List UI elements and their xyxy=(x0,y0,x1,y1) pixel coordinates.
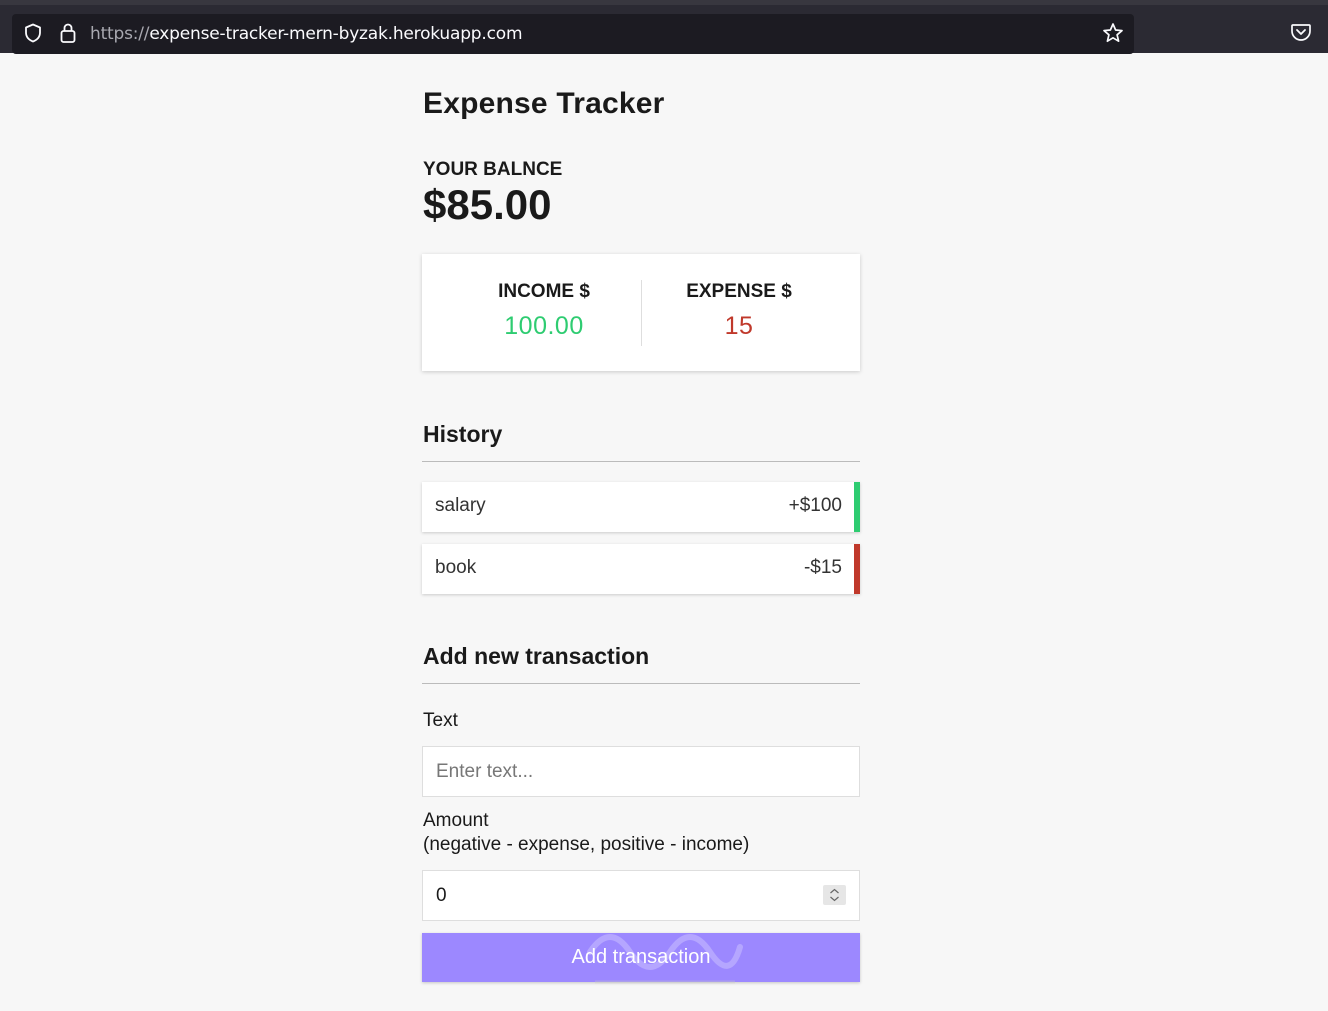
balance-value: $85.00 xyxy=(423,181,552,228)
income-expense-card: INCOME $ 100.00 EXPENSE $ 15 xyxy=(422,254,860,371)
transaction-amount: +$100 xyxy=(788,495,842,516)
income-column: INCOME $ 100.00 xyxy=(434,280,654,341)
browser-toolbar: https://expense-tracker-mern-byzak.herok… xyxy=(0,0,1328,54)
transaction-item-salary[interactable]: salary +$100 xyxy=(422,482,860,532)
history-divider xyxy=(422,461,860,462)
transaction-text: salary xyxy=(435,495,486,516)
transaction-item-book[interactable]: book -$15 xyxy=(422,544,860,594)
amount-input[interactable] xyxy=(422,870,860,921)
shield-icon[interactable] xyxy=(23,23,43,43)
url-protocol: https:// xyxy=(90,24,150,44)
url-host: expense-tracker-mern-byzak.herokuapp.com xyxy=(149,24,523,44)
history-title: History xyxy=(423,421,503,447)
add-transaction-divider xyxy=(422,683,860,684)
income-indicator-bar xyxy=(854,482,860,532)
expense-value: 15 xyxy=(724,312,754,340)
app-title: Expense Tracker xyxy=(423,87,665,120)
star-icon[interactable] xyxy=(1102,22,1124,44)
income-value: 100.00 xyxy=(504,312,584,340)
pocket-icon[interactable] xyxy=(1290,21,1312,43)
expense-column: EXPENSE $ 15 xyxy=(641,280,837,341)
add-transaction-button[interactable]: Add transaction xyxy=(422,933,860,982)
amount-hint: (negative - expense, positive - income) xyxy=(423,834,750,855)
address-bar[interactable]: https://expense-tracker-mern-byzak.herok… xyxy=(12,14,1134,54)
text-label: Text xyxy=(423,710,458,731)
expense-label: EXPENSE $ xyxy=(686,281,792,302)
amount-spinner[interactable] xyxy=(823,885,846,905)
amount-label: Amount xyxy=(423,810,489,831)
expense-indicator-bar xyxy=(854,544,860,594)
balance-label: YOUR BALNCE xyxy=(423,159,563,180)
add-transaction-title: Add new transaction xyxy=(423,643,650,669)
transaction-amount: -$15 xyxy=(803,557,842,578)
lock-icon[interactable] xyxy=(58,22,78,44)
transaction-text: book xyxy=(435,557,477,578)
url-text[interactable]: https://expense-tracker-mern-byzak.herok… xyxy=(90,24,523,44)
income-label: INCOME $ xyxy=(498,281,590,302)
text-input[interactable] xyxy=(422,746,860,797)
